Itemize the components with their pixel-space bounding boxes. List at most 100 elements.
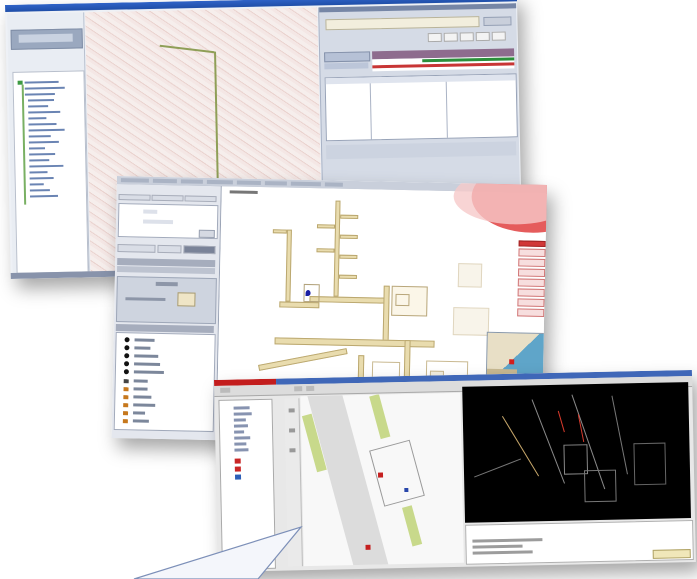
menu-item[interactable] xyxy=(152,178,177,184)
tree-item[interactable] xyxy=(233,424,248,428)
alarm-button[interactable] xyxy=(517,298,545,307)
tree-item[interactable] xyxy=(29,152,56,156)
tree-item[interactable] xyxy=(28,135,51,138)
tree-item[interactable] xyxy=(234,442,247,446)
control-button[interactable] xyxy=(177,292,196,307)
tree-item[interactable] xyxy=(234,448,249,452)
tool-button[interactable] xyxy=(289,428,296,433)
building-outline xyxy=(452,307,490,336)
search-button[interactable] xyxy=(483,16,512,26)
legend-symbol-icon xyxy=(123,369,129,375)
layer-tree[interactable] xyxy=(218,398,276,570)
floorplan-marker-icon[interactable] xyxy=(365,544,371,550)
tree-item[interactable] xyxy=(28,147,46,150)
toolbar-button[interactable] xyxy=(306,385,315,392)
filter-button[interactable] xyxy=(475,31,490,42)
tree-item[interactable] xyxy=(29,183,44,186)
tree-item[interactable] xyxy=(29,171,48,174)
tree-item[interactable] xyxy=(24,92,55,96)
tree-item[interactable] xyxy=(233,418,246,422)
tree-item[interactable] xyxy=(27,98,55,102)
corridor xyxy=(316,224,336,229)
filter-button[interactable] xyxy=(443,32,458,42)
legend-symbol-icon xyxy=(123,403,129,408)
tree-item[interactable] xyxy=(24,86,65,90)
tree-item-alert[interactable] xyxy=(234,474,242,480)
tree-item[interactable] xyxy=(28,105,49,108)
left-panel xyxy=(7,12,90,276)
legend-label xyxy=(133,411,146,415)
tree-item[interactable] xyxy=(29,177,54,180)
form-field[interactable] xyxy=(143,219,174,225)
panel-header-button[interactable] xyxy=(18,33,73,43)
status-area xyxy=(326,141,517,160)
tab-2[interactable] xyxy=(151,194,184,202)
tree-item[interactable] xyxy=(29,159,50,162)
cad-viewport[interactable] xyxy=(462,382,691,523)
tree-item[interactable] xyxy=(233,406,250,410)
tree-item-alert[interactable] xyxy=(234,458,241,464)
alarm-button[interactable] xyxy=(517,288,545,297)
tree-view[interactable] xyxy=(12,70,89,274)
alarm-button[interactable] xyxy=(517,268,546,277)
floorplan-marker-icon[interactable] xyxy=(404,487,409,493)
floorplan-marker-icon[interactable] xyxy=(377,472,384,478)
command-line xyxy=(472,550,533,555)
search-field[interactable] xyxy=(325,16,480,31)
tree-item[interactable] xyxy=(234,436,251,440)
alarm-button[interactable] xyxy=(517,308,545,317)
form-field[interactable] xyxy=(143,209,158,214)
tree-item[interactable] xyxy=(28,140,59,144)
timeline-track[interactable] xyxy=(372,56,515,72)
tree-item[interactable] xyxy=(234,430,245,434)
corridor xyxy=(339,234,358,240)
legend-list[interactable] xyxy=(113,332,216,433)
alarm-button[interactable] xyxy=(518,248,546,257)
tree-item[interactable] xyxy=(29,164,64,168)
menu-item[interactable] xyxy=(236,180,261,186)
tree-item[interactable] xyxy=(29,189,50,192)
alarm-button[interactable] xyxy=(518,258,546,267)
tab-3[interactable] xyxy=(184,195,217,203)
section-header xyxy=(116,266,216,275)
filter-controls[interactable] xyxy=(427,31,508,43)
tool-button[interactable] xyxy=(288,408,295,413)
alarm-button[interactable] xyxy=(517,278,545,287)
tab-alarm[interactable] xyxy=(117,244,156,253)
corridor xyxy=(340,214,359,220)
tree-item[interactable] xyxy=(28,122,57,126)
grid-table[interactable] xyxy=(324,73,518,142)
grass-strip xyxy=(369,393,391,440)
tool-button[interactable] xyxy=(289,448,296,453)
tree-item[interactable] xyxy=(24,80,59,84)
control-slider[interactable] xyxy=(125,297,166,302)
tab-left[interactable] xyxy=(324,51,371,63)
toolbar-button[interactable] xyxy=(220,387,231,393)
legend-symbol-icon xyxy=(123,387,129,392)
menu-item[interactable] xyxy=(290,181,321,187)
tree-item[interactable] xyxy=(29,194,59,198)
toolbar-button[interactable] xyxy=(294,386,303,392)
tree-item-alert[interactable] xyxy=(234,466,241,472)
menu-item[interactable] xyxy=(180,179,203,184)
tree-item[interactable] xyxy=(233,412,252,416)
tab-1[interactable] xyxy=(118,194,151,201)
tree-item[interactable] xyxy=(28,128,65,132)
menu-item[interactable] xyxy=(264,181,287,186)
filter-button[interactable] xyxy=(459,32,474,42)
menu-item[interactable] xyxy=(120,178,149,183)
filter-button[interactable] xyxy=(427,32,442,43)
menu-item[interactable] xyxy=(324,182,343,187)
tree-item[interactable] xyxy=(28,117,47,120)
site-plan-view[interactable] xyxy=(300,392,464,567)
tab-events[interactable] xyxy=(157,244,182,254)
command-line xyxy=(472,544,523,549)
form-button[interactable] xyxy=(198,229,215,239)
cad-line xyxy=(501,415,540,477)
command-button[interactable] xyxy=(652,549,691,559)
tab-selected[interactable] xyxy=(183,245,216,255)
corridor xyxy=(382,285,390,346)
menu-item[interactable] xyxy=(206,179,233,185)
tree-item[interactable] xyxy=(28,110,61,114)
filter-button[interactable] xyxy=(491,31,506,41)
